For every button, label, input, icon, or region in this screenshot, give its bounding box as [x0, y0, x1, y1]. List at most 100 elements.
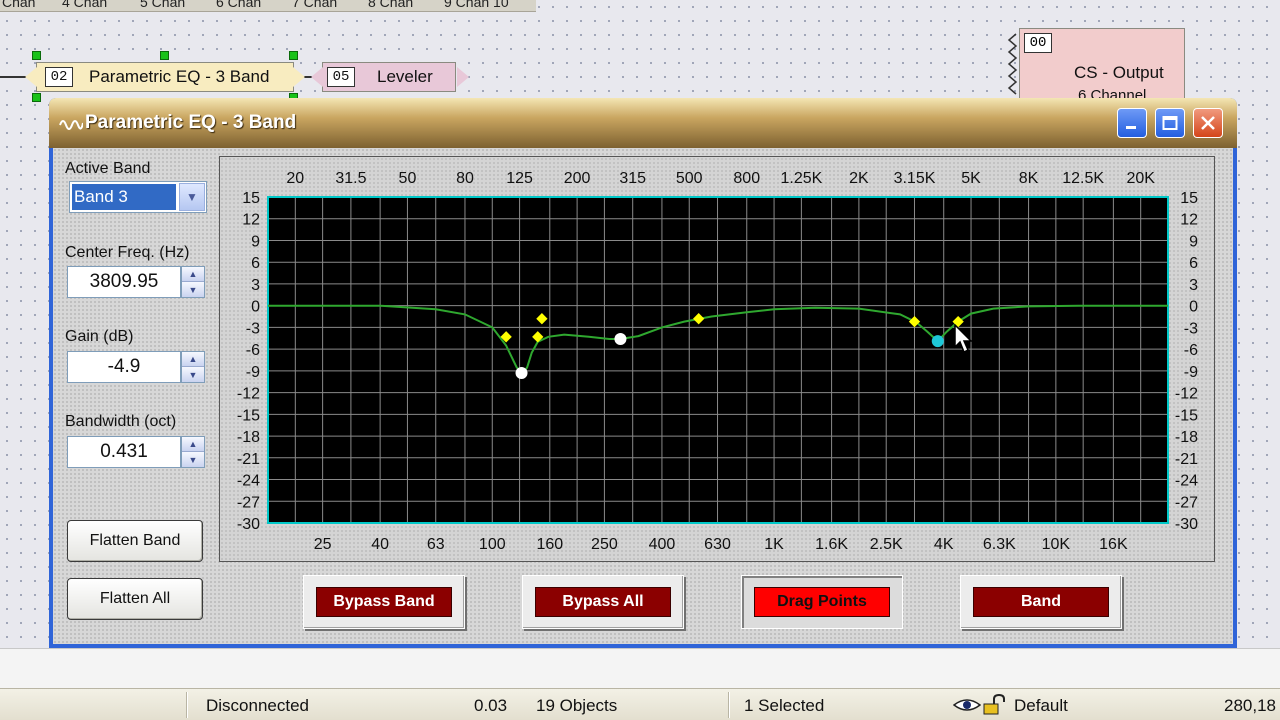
y-tick-label-right: -15 [1175, 407, 1198, 424]
close-button[interactable] [1193, 108, 1223, 138]
band-button[interactable]: Band [973, 587, 1109, 617]
minimize-button[interactable] [1117, 108, 1147, 138]
selection-handle[interactable] [32, 93, 41, 102]
active-band-value: Band 3 [72, 184, 176, 210]
x-tick-label-bottom: 160 [536, 536, 563, 553]
x-tick-label-top: 800 [733, 170, 760, 187]
y-tick-label-right: -24 [1175, 473, 1198, 490]
maximize-icon [1162, 116, 1178, 130]
y-tick-label-right: -21 [1175, 451, 1198, 468]
spin-up-icon[interactable]: ▲ [182, 437, 204, 452]
bottom-panel [0, 648, 1280, 688]
y-tick-label-left: -21 [237, 451, 260, 468]
parametric-eq-block[interactable]: 02 Parametric EQ - 3 Band [25, 62, 305, 92]
spin-up-icon[interactable]: ▲ [182, 352, 204, 367]
y-tick-label-left: -27 [237, 494, 260, 511]
active-band-select[interactable]: Band 3 ▼ [69, 181, 207, 213]
y-tick-label-left: -12 [237, 386, 260, 403]
channel-tab[interactable]: 5 Chan [140, 0, 185, 10]
channel-tab[interactable]: 6 Chan [216, 0, 261, 10]
x-tick-label-top: 12.5K [1062, 170, 1104, 187]
gain-label: Gain (dB) [65, 328, 134, 345]
cs-output-block[interactable]: 00 CS - Output 6 Channel [1019, 28, 1185, 104]
y-tick-label-right: -27 [1175, 494, 1198, 511]
center-freq-label: Center Freq. (Hz) [65, 244, 190, 261]
y-tick-label-right: -3 [1184, 320, 1198, 337]
y-tick-label-right: 3 [1189, 277, 1198, 294]
drag-points-button[interactable]: Drag Points [754, 587, 890, 617]
x-tick-label-top: 1.25K [780, 170, 822, 187]
leveler-block[interactable]: 05 Leveler [311, 62, 469, 92]
y-tick-label-right: 12 [1180, 212, 1198, 229]
x-tick-label-top: 200 [564, 170, 591, 187]
bypass-band-frame: Bypass Band [303, 575, 465, 629]
close-icon [1201, 116, 1215, 130]
block-id-badge: 00 [1024, 33, 1052, 53]
flatten-all-button[interactable]: Flatten All [67, 578, 203, 620]
x-tick-label-bottom: 6.3K [983, 536, 1016, 553]
spin-down-icon[interactable]: ▼ [182, 452, 204, 467]
connection-status: Disconnected [206, 696, 310, 715]
status-separator [728, 692, 730, 718]
gain-spinner[interactable]: ▲ ▼ [181, 351, 205, 383]
input-pin-icon [25, 67, 37, 87]
bypass-band-button[interactable]: Bypass Band [316, 587, 452, 617]
channel-tab[interactable]: 7 Chan [292, 0, 337, 10]
y-tick-label-left: 3 [251, 277, 260, 294]
waveform-icon [59, 120, 83, 130]
spin-down-icon[interactable]: ▼ [182, 367, 204, 382]
output-pins-icon [1007, 33, 1018, 95]
y-tick-label-right: 0 [1189, 299, 1198, 316]
x-tick-label-bottom: 16K [1099, 536, 1128, 553]
center-freq-spinner[interactable]: ▲ ▼ [181, 266, 205, 298]
channel-tab[interactable]: 8 Chan [368, 0, 413, 10]
input-pin-icon [311, 67, 323, 87]
selection-handle[interactable] [32, 51, 41, 60]
x-tick-label-bottom: 40 [371, 536, 389, 553]
channel-tab[interactable]: 4 Chan [62, 0, 107, 10]
block-id-badge: 02 [45, 67, 73, 87]
band-handle[interactable] [515, 367, 528, 380]
active-band-handle[interactable] [931, 335, 944, 348]
output-pin-icon [293, 67, 305, 87]
x-tick-label-bottom: 2.5K [870, 536, 903, 553]
parametric-eq-dialog: Parametric EQ - 3 Band Active Band Band … [49, 98, 1237, 648]
channel-tab[interactable]: Chan [2, 0, 35, 10]
minimize-icon [1126, 126, 1136, 129]
y-tick-label-right: -30 [1175, 516, 1198, 533]
y-tick-label-right: -6 [1184, 342, 1198, 359]
channel-tab[interactable]: 9 Chan 10 [444, 0, 509, 10]
x-tick-label-top: 20 [286, 170, 304, 187]
spin-down-icon[interactable]: ▼ [182, 282, 204, 297]
maximize-button[interactable] [1155, 108, 1185, 138]
status-bar: Disconnected 0.03 19 Objects 1 Selected … [0, 688, 1280, 720]
y-tick-label-left: -18 [237, 429, 260, 446]
x-tick-label-bottom: 25 [314, 536, 332, 553]
objects-count: 19 Objects [536, 696, 618, 715]
title-bar[interactable]: Parametric EQ - 3 Band [49, 98, 1237, 148]
chevron-down-icon[interactable]: ▼ [179, 183, 205, 211]
band-handle[interactable] [614, 332, 627, 345]
center-freq-input[interactable]: 3809.95 [67, 266, 181, 298]
bandwidth-spinner[interactable]: ▲ ▼ [181, 436, 205, 468]
x-tick-label-top: 125 [506, 170, 533, 187]
x-tick-label-top: 31.5 [335, 170, 366, 187]
y-tick-label-right: -9 [1184, 364, 1198, 381]
drag-points-frame: Drag Points [741, 575, 903, 629]
bandwidth-input[interactable]: 0.431 [67, 436, 181, 468]
preset-name: Default [1014, 696, 1068, 715]
x-tick-label-top: 3.15K [894, 170, 936, 187]
gain-input[interactable]: -4.9 [67, 351, 181, 383]
bypass-all-button[interactable]: Bypass All [535, 587, 671, 617]
dialog-client-area: Active Band Band 3 ▼ Center Freq. (Hz) 3… [53, 148, 1233, 644]
x-tick-label-top: 315 [619, 170, 646, 187]
spin-up-icon[interactable]: ▲ [182, 267, 204, 282]
flatten-band-button[interactable]: Flatten Band [67, 520, 203, 562]
x-tick-label-bottom: 630 [704, 536, 731, 553]
selection-handle[interactable] [289, 51, 298, 60]
selection-handle[interactable] [160, 51, 169, 60]
lock-icon [983, 694, 1005, 715]
x-tick-label-top: 20K [1126, 170, 1155, 187]
x-tick-label-top: 80 [456, 170, 474, 187]
active-band-label: Active Band [65, 160, 151, 177]
